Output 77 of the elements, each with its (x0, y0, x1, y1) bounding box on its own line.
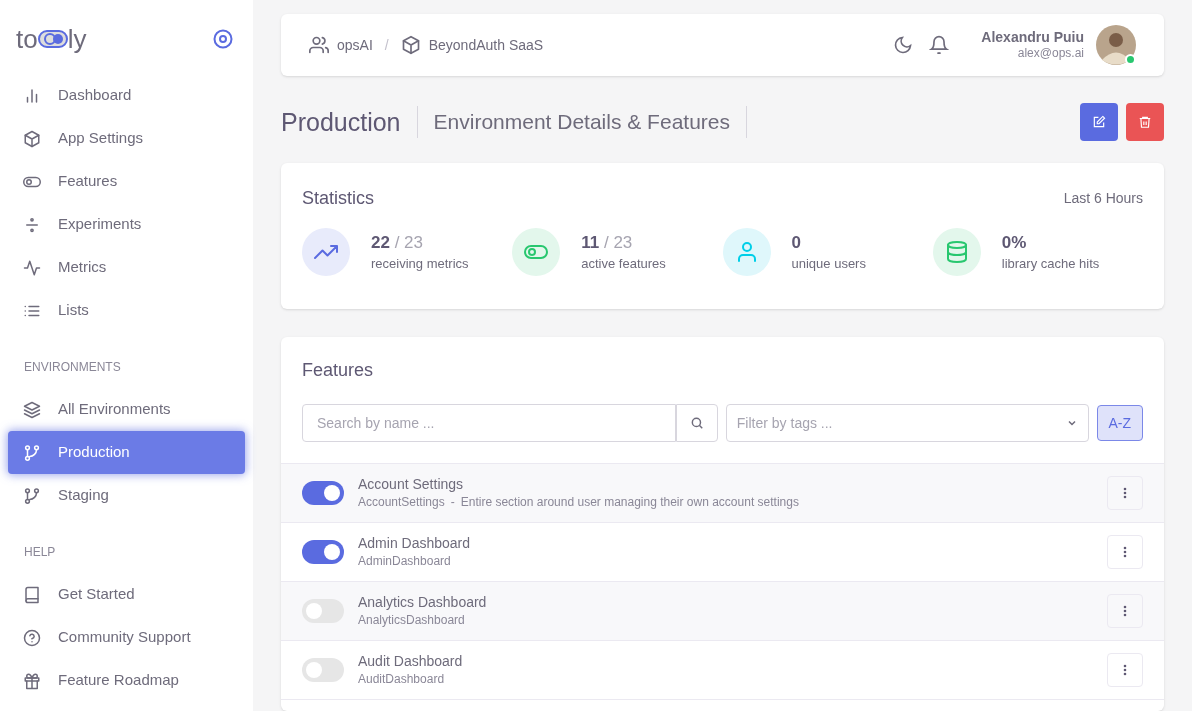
edit-icon (1092, 115, 1106, 129)
bell-icon[interactable] (929, 35, 950, 55)
layers-icon (23, 400, 41, 419)
page-subtitle: Environment Details & Features (417, 106, 747, 138)
stat-value: 11 / 23 (581, 232, 634, 254)
sidebar-item[interactable]: Experiments (8, 203, 245, 246)
feature-key: AdminDashboard (358, 554, 451, 570)
card-title: Statistics (302, 187, 375, 210)
breadcrumb-separator: / (384, 35, 389, 55)
git-branch-icon (23, 486, 41, 505)
book-icon (23, 585, 41, 604)
stat-label: library cache hits (1001, 255, 1100, 272)
feature-name: Admin Dashboard (358, 534, 472, 553)
search-button[interactable] (675, 404, 718, 442)
toggle-switch[interactable] (302, 540, 344, 564)
toggle-switch[interactable] (302, 658, 344, 682)
feature-key: AccountSettings (358, 495, 445, 511)
sidebar-item[interactable]: Production (8, 431, 245, 474)
sidebar-item[interactable]: Staging (8, 474, 245, 517)
stat-label: unique users (791, 255, 866, 272)
feature-key: AuditDashboard (358, 672, 445, 688)
sidebar-item[interactable]: Lists (8, 289, 245, 332)
target-icon[interactable] (213, 29, 233, 49)
sidebar-item[interactable]: App Settings (8, 117, 245, 160)
avatar[interactable] (1096, 25, 1136, 65)
more-vertical-icon (1123, 546, 1127, 558)
stat-value: 0% (1001, 232, 1028, 254)
users-icon (309, 35, 329, 55)
sidebar-item[interactable]: Community Support (8, 616, 245, 659)
edit-button[interactable] (1080, 103, 1118, 141)
more-vertical-icon (1123, 487, 1127, 499)
delete-button[interactable] (1126, 103, 1164, 141)
feature-name: Analytics Dashboard (358, 593, 488, 612)
feature-name: Audit Dashboard (358, 652, 464, 671)
feature-name: Account Settings (358, 475, 465, 494)
stat-value: 0 (791, 232, 802, 254)
time-range: Last 6 Hours (1063, 189, 1143, 208)
logo-text: ly (67, 26, 87, 52)
sidebar-item[interactable]: All Environments (8, 388, 245, 431)
cube-icon (23, 129, 41, 148)
sort-button[interactable]: A-Z (1096, 405, 1143, 441)
sidebar-item[interactable]: Get Started (8, 573, 245, 616)
breadcrumb-link[interactable]: BeyondAuth SaaS (400, 34, 544, 56)
breadcrumb-link[interactable]: opsAI (309, 34, 373, 56)
feature-key: AnalyticsDashboard (358, 613, 465, 629)
help-icon (23, 628, 41, 647)
gift-icon (23, 671, 41, 690)
stat-label: active features (581, 255, 666, 272)
sidebar-item[interactable]: Metrics (8, 246, 245, 289)
toggle-switch[interactable] (302, 599, 344, 623)
sidebar-item[interactable]: Dashboard (8, 74, 245, 117)
stat-value: 22 / 23 (371, 232, 424, 254)
separator-text: - (450, 495, 455, 511)
more-vertical-icon (1123, 664, 1127, 676)
user-email: alex@ops.ai (1017, 46, 1084, 62)
toggle-logo-icon (37, 30, 68, 48)
search-icon (689, 416, 704, 430)
divide-icon (23, 215, 41, 234)
stat-label: receiving metrics (371, 255, 469, 272)
trash-icon (1138, 115, 1152, 129)
database-icon (944, 240, 969, 264)
user-name: Alexandru Puiu (981, 28, 1084, 47)
logo-text: to (16, 26, 38, 52)
sidebar-item[interactable]: Feature Roadmap (8, 659, 245, 702)
git-branch-icon (23, 443, 41, 462)
feature-description: Entire section around user managing their own account settings (460, 495, 799, 511)
moon-icon[interactable] (893, 35, 914, 55)
card-title: Features (301, 359, 375, 382)
page-title: Production (281, 106, 418, 138)
sidebar-item[interactable]: Features (8, 160, 245, 203)
toggle-switch[interactable] (302, 481, 344, 505)
section-heading: HELP (23, 544, 57, 561)
search-field[interactable]: Search by name ... (302, 404, 676, 442)
cube-icon (400, 35, 421, 55)
more-vertical-icon (1123, 605, 1127, 617)
section-heading: ENVIRONMENTS (23, 359, 122, 376)
pulse-icon (23, 258, 41, 277)
